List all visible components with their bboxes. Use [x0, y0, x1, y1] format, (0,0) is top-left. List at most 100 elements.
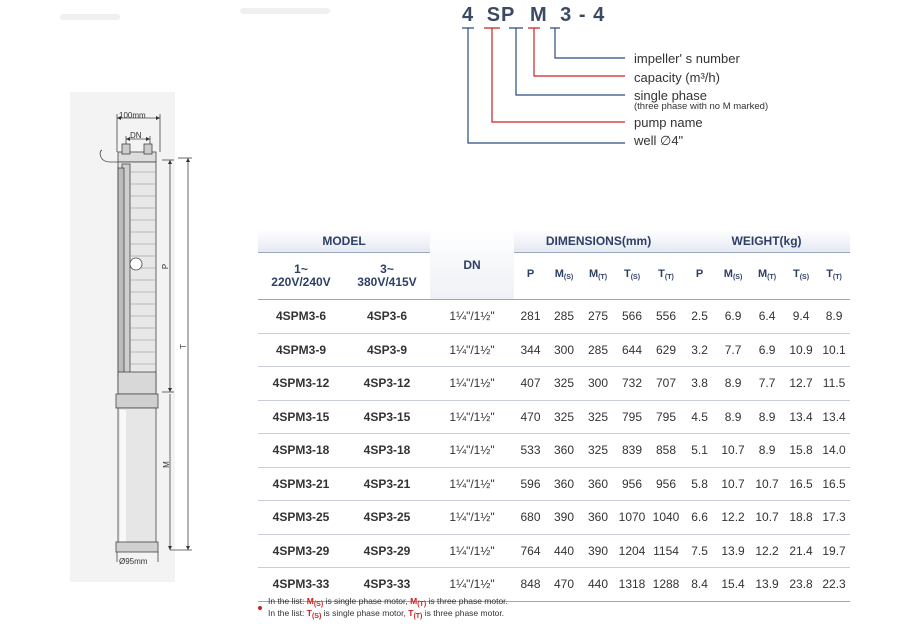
weight-cell: 5.8	[683, 466, 717, 501]
dimension-cell: 281	[514, 299, 547, 333]
width-bottom-label: Ø95mm	[119, 557, 148, 566]
dn-cell: 1¼"/1½"	[430, 500, 514, 534]
dimension-cell: 390	[547, 500, 581, 534]
dimension-cell: 360	[581, 500, 615, 534]
model-1phase-cell: 4SPM3-29	[258, 533, 344, 568]
weight-cell: 8.9	[716, 366, 751, 400]
dimension-cell: 470	[514, 399, 547, 434]
dim-col-header: P	[526, 268, 535, 280]
dimension-cell: 533	[514, 433, 547, 467]
legend-impeller: impeller' s number	[634, 51, 740, 66]
weight-col-header: M(T)	[757, 268, 777, 281]
model-header: MODEL	[258, 230, 430, 253]
weight-cell: 18.8	[784, 500, 819, 534]
dimension-cell: 956	[615, 466, 649, 501]
spec-table-body: 4SPM3-6 4SP3-6 1¼"/1½" 281 285 275 566 556 2.5 6.…	[258, 299, 851, 602]
model-1phase-cell: 4SPM3-15	[258, 399, 344, 434]
dn-cell: 1¼"/1½"	[430, 366, 514, 400]
dimension-cell: 407	[514, 366, 547, 400]
weight-cell: 14.0	[818, 433, 851, 467]
dimension-cell: 707	[649, 366, 684, 400]
model-1phase-cell: 4SPM3-18	[258, 433, 344, 467]
weight-cell: 12.2	[716, 500, 751, 534]
dimension-cell: 839	[615, 433, 649, 467]
weight-cell: 21.4	[784, 533, 819, 568]
dimension-cell: 1318	[615, 567, 649, 602]
dimension-cell: 858	[649, 433, 684, 467]
dimension-cell: 300	[547, 332, 581, 367]
model-3phase-line2: 380V/415V	[357, 275, 417, 289]
table-row: 4SPM3-9 4SP3-9 1¼"/1½" 344 300 285 644 629 3.2 7.…	[258, 332, 851, 367]
dimension-cell: 344	[514, 332, 547, 367]
weight-cell: 9.4	[784, 299, 819, 333]
dimension-cell: 325	[581, 433, 615, 467]
width-top-label: 100mm	[119, 111, 146, 120]
m-label: M	[161, 461, 171, 468]
dimension-cell: 1288	[649, 567, 684, 602]
weight-cell: 17.3	[818, 500, 851, 534]
dimension-cell: 956	[649, 466, 684, 501]
table-row: 4SPM3-21 4SP3-21 1¼"/1½" 596 360 360 956 956 5.8…	[258, 466, 851, 501]
legend-well: well ∅4"	[634, 133, 684, 148]
model-3phase-cell: 4SP3-9	[344, 332, 430, 367]
dimension-cell: 275	[581, 299, 615, 333]
weight-cell: 13.9	[716, 533, 751, 568]
weight-cell: 7.7	[750, 366, 785, 400]
dimension-cell: 680	[514, 500, 547, 534]
weight-cell: 2.5	[683, 299, 717, 333]
t-label: T	[178, 344, 188, 349]
weight-cell: 11.5	[818, 366, 851, 400]
dn-cell: 1¼"/1½"	[430, 332, 514, 367]
dimension-cell: 390	[581, 533, 615, 568]
dimension-cell: 285	[581, 332, 615, 367]
weight-cell: 3.2	[683, 332, 717, 367]
weight-cell: 8.9	[750, 399, 785, 434]
note-motor-m: In the list: M(S) is single phase motor,…	[268, 596, 508, 608]
dn-label: DN	[130, 131, 142, 140]
weight-cell: 13.9	[750, 567, 785, 602]
dimension-cell: 795	[649, 399, 684, 434]
model-3phase-cell: 4SP3-21	[344, 466, 430, 501]
weight-cell: 6.9	[716, 299, 751, 333]
weight-cell: 8.9	[716, 399, 751, 434]
weight-cell: 15.8	[784, 433, 819, 467]
model-3phase-cell: 4SP3-15	[344, 399, 430, 434]
weight-cell: 10.7	[716, 466, 751, 501]
dimension-cell: 470	[547, 567, 581, 602]
weight-col-header: P	[695, 268, 704, 280]
table-row: 4SPM3-18 4SP3-18 1¼"/1½" 533 360 325 839 858 5.1…	[258, 433, 851, 467]
weight-cell: 16.5	[784, 466, 819, 501]
spec-table: MODEL DN DIMENSIONS(mm) WEIGHT(kg) 1~ 22…	[258, 230, 851, 602]
weight-cell: 6.6	[683, 500, 717, 534]
dim-col-header: M(T)	[588, 268, 608, 281]
weight-cell: 10.7	[716, 433, 751, 467]
dn-cell: 1¼"/1½"	[430, 433, 514, 467]
weight-cell: 7.7	[716, 332, 751, 367]
dn-cell: 1¼"/1½"	[430, 533, 514, 568]
dimension-cell: 764	[514, 533, 547, 568]
weight-cell: 13.4	[784, 399, 819, 434]
dim-col-header: M(S)	[554, 268, 574, 281]
weight-cell: 10.1	[818, 332, 851, 367]
model-1phase-header: 1~ 220V/240V	[258, 253, 344, 300]
dimension-cell: 440	[547, 533, 581, 568]
dimension-cell: 566	[615, 299, 649, 333]
dn-cell: 1¼"/1½"	[430, 399, 514, 434]
model-1phase-cell: 4SPM3-12	[258, 366, 344, 400]
weight-cell: 8.9	[818, 299, 851, 333]
dimension-cell: 629	[649, 332, 684, 367]
weight-cell: 13.4	[818, 399, 851, 434]
weight-cell: 16.5	[818, 466, 851, 501]
bolt-icon	[129, 257, 143, 271]
model-3phase-header: 3~ 380V/415V	[344, 253, 430, 300]
dim-col-header: T(S)	[623, 268, 641, 281]
dimension-cell: 1070	[615, 500, 649, 534]
dn-cell: 1¼"/1½"	[430, 299, 514, 333]
weight-cell: 10.9	[784, 332, 819, 367]
model-3phase-cell: 4SP3-18	[344, 433, 430, 467]
dimension-cell: 300	[581, 366, 615, 400]
weight-cell: 4.5	[683, 399, 717, 434]
dn-header: DN	[430, 230, 514, 300]
weight-cell: 10.7	[750, 500, 785, 534]
model-1phase-cell: 4SPM3-25	[258, 500, 344, 534]
